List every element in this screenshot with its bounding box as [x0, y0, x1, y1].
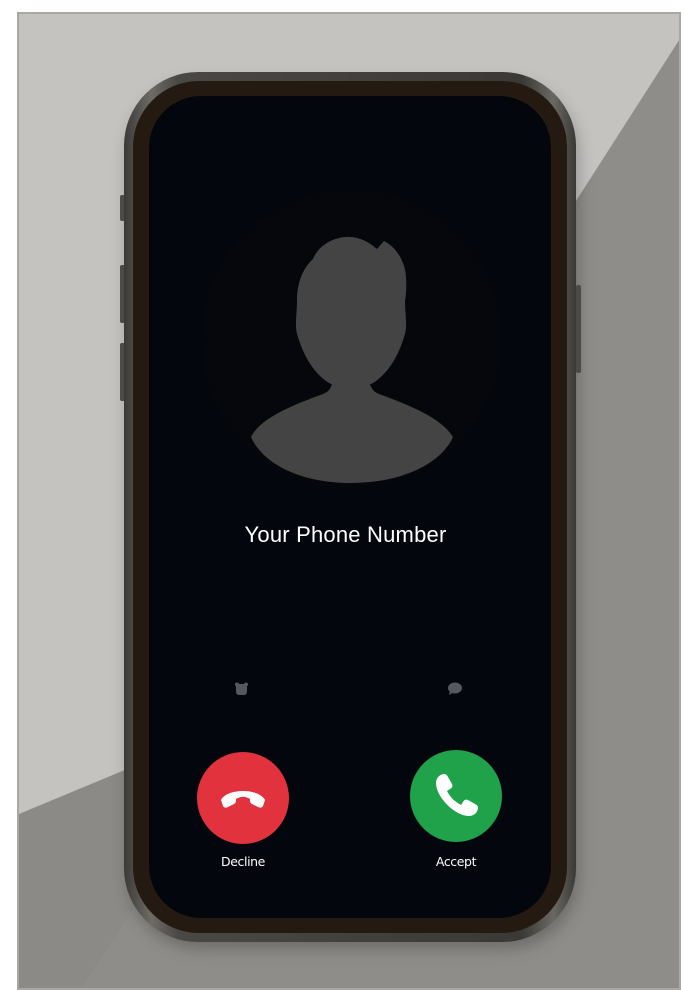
decline-label: Decline	[221, 854, 265, 869]
decline-button[interactable]	[197, 752, 289, 844]
message-bubble-icon[interactable]	[447, 682, 463, 696]
accept-label: Accept	[435, 854, 477, 869]
phone-power-button	[576, 285, 581, 373]
alarm-clock-icon[interactable]	[234, 682, 250, 696]
caller-number: Your Phone Number	[244, 522, 447, 547]
incoming-call-mockup: Your Phone Number Decline Accept	[0, 0, 685, 990]
person-silhouette-icon	[251, 236, 453, 483]
caller-avatar	[201, 189, 501, 489]
phone-answer-icon	[410, 750, 502, 842]
phone-hangup-icon	[197, 752, 289, 844]
accept-button[interactable]	[410, 750, 502, 842]
